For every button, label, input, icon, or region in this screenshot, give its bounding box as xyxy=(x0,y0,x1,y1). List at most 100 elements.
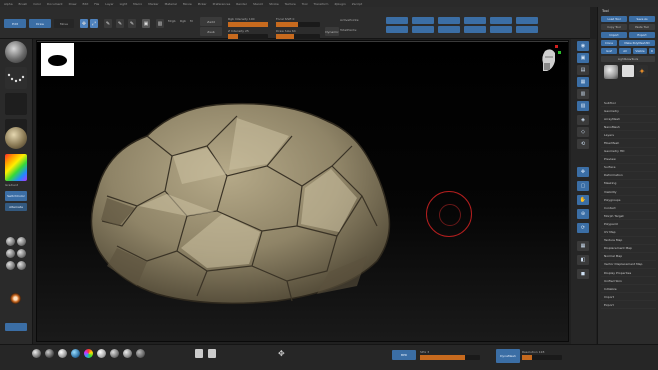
copy-tool-button[interactable]: Copy Tool xyxy=(601,24,627,30)
material-swatch-4[interactable] xyxy=(71,349,80,358)
shelf-button-c[interactable] xyxy=(412,17,434,24)
menu-item-preferences[interactable]: Preferences xyxy=(213,2,231,6)
material-swatch-7[interactable] xyxy=(110,349,119,358)
brush-icon-6[interactable] xyxy=(17,261,26,270)
color-picker[interactable] xyxy=(5,154,27,181)
rgb-label[interactable]: Rgb xyxy=(180,19,186,23)
export-item[interactable]: Export xyxy=(601,301,656,310)
brush-icon-4[interactable] xyxy=(17,249,26,258)
load-tool-button[interactable]: Load Tool xyxy=(601,16,627,22)
shelf-button-i[interactable] xyxy=(490,17,512,24)
import-button[interactable]: Import xyxy=(601,32,627,38)
menu-item-file[interactable]: File xyxy=(94,2,99,6)
menu-item-transform[interactable]: Transform xyxy=(314,2,329,6)
draw-button[interactable]: Draw xyxy=(29,19,51,28)
geometry-hd-item[interactable]: Geometry HD xyxy=(601,148,656,156)
menu-item-alpha[interactable]: Alpha xyxy=(4,2,13,6)
uv-map-item[interactable]: UV Map xyxy=(601,229,656,237)
menu-item-material[interactable]: Material xyxy=(165,2,177,6)
switch-color-button[interactable]: SwitchColor xyxy=(5,191,27,201)
resolution-slider[interactable] xyxy=(522,355,562,360)
initialize-item[interactable]: Initialize xyxy=(601,285,656,294)
r-button[interactable]: R xyxy=(649,48,655,54)
menu-item-picker[interactable]: Picker xyxy=(198,2,207,6)
scroll-icon[interactable]: ▤ xyxy=(577,65,589,75)
menu-item-movie[interactable]: Movie xyxy=(183,2,192,6)
tool-icon-2[interactable] xyxy=(208,349,216,358)
material-thumbnail[interactable] xyxy=(5,127,27,149)
draw-size-slider[interactable] xyxy=(276,34,320,39)
all-button[interactable]: All xyxy=(619,48,631,54)
brush-icon-1[interactable] xyxy=(6,237,15,246)
menu-item-zscript[interactable]: Zscript xyxy=(352,2,362,6)
move-gizmo-icon[interactable]: ✥ xyxy=(278,349,288,359)
local-icon[interactable]: ⟲ xyxy=(577,139,589,149)
menu-item-render[interactable]: Render xyxy=(236,2,247,6)
zadd-button[interactable]: Zadd xyxy=(200,17,222,26)
menu-item-layer[interactable]: Layer xyxy=(105,2,113,6)
make-polymesh-button[interactable]: Make PolyMesh3D xyxy=(619,40,655,46)
paste-tool-button[interactable]: Paste Tool xyxy=(629,24,655,30)
aahalf-icon[interactable]: ▧ xyxy=(577,101,589,111)
z-intensity-slider[interactable] xyxy=(228,34,268,39)
head-navigation-icon[interactable] xyxy=(537,45,561,75)
record-icon[interactable] xyxy=(10,293,21,304)
tool-thumbnail-3[interactable]: ✦ xyxy=(636,65,648,77)
polyf-icon[interactable]: ▦ xyxy=(577,241,589,251)
vector-displacement-map-item[interactable]: Vector Displacement Map xyxy=(601,261,656,269)
move-view-icon[interactable]: ✋ xyxy=(577,195,589,205)
brush-icon[interactable]: ✎ xyxy=(128,19,136,28)
unified-skin-item[interactable]: Unified Skin xyxy=(601,277,656,286)
displacement-map-item[interactable]: Displacement Map xyxy=(601,245,656,253)
morph-target-item[interactable]: Morph Target xyxy=(601,212,656,221)
rotate-icon[interactable]: ✎ xyxy=(104,19,112,28)
preview-item[interactable]: Preview xyxy=(601,156,656,164)
solo-icon[interactable]: ◼ xyxy=(577,269,589,279)
bpr-button[interactable]: BPR xyxy=(392,350,416,360)
material-swatch-3[interactable] xyxy=(58,349,67,358)
zsub-button[interactable]: Zsub xyxy=(200,27,222,36)
pen-icon[interactable]: ✎ xyxy=(116,19,124,28)
xyz-icon[interactable]: ✥ xyxy=(577,167,589,177)
menu-item-texture[interactable]: Texture xyxy=(285,2,296,6)
lightbox-tools-button[interactable]: Lightbox▸Tools xyxy=(601,56,655,62)
deformation-item[interactable]: Deformation xyxy=(601,172,656,180)
shelf-button-k[interactable] xyxy=(516,17,538,24)
goz-button[interactable]: GoZ xyxy=(601,48,617,54)
menu-item-document[interactable]: Document xyxy=(47,2,63,6)
menu-item-macro[interactable]: Macro xyxy=(133,2,142,6)
menu-item-color[interactable]: Color xyxy=(33,2,41,6)
material-swatch-1[interactable] xyxy=(32,349,41,358)
shelf-button-l[interactable] xyxy=(516,26,538,33)
menu-item-edit[interactable]: Edit xyxy=(82,2,88,6)
material-swatch-9[interactable] xyxy=(136,349,145,358)
nanomesh-item[interactable]: NanoMesh xyxy=(601,123,656,132)
zoom-view-icon[interactable]: ⊕ xyxy=(577,209,589,219)
mrgb-label[interactable]: Mrgb xyxy=(168,19,176,23)
import-item[interactable]: Import xyxy=(601,293,656,302)
spix-icon[interactable]: ▣ xyxy=(577,53,589,63)
tool-icon-1[interactable] xyxy=(195,349,203,358)
menu-item-tool[interactable]: Tool xyxy=(302,2,308,6)
gradient-label[interactable]: Gradient xyxy=(5,183,18,187)
move-icon[interactable]: ✥ xyxy=(80,19,88,28)
masking-item[interactable]: Masking xyxy=(601,180,656,189)
material-swatch-8[interactable] xyxy=(123,349,132,358)
actual-icon[interactable]: ▥ xyxy=(577,89,589,99)
material-swatch-5[interactable] xyxy=(84,349,93,358)
geometry-item[interactable]: Geometry xyxy=(601,107,656,116)
rock-sculpt-mesh[interactable] xyxy=(77,96,407,306)
export-button[interactable]: Export xyxy=(629,32,655,38)
m-label[interactable]: M xyxy=(190,19,193,23)
menu-item-light[interactable]: Light xyxy=(120,2,128,6)
left-bottom-button[interactable] xyxy=(5,323,27,331)
brush-thumbnail[interactable] xyxy=(5,41,27,63)
material-swatch-6[interactable] xyxy=(97,349,106,358)
menu-item-zplugin[interactable]: Zplugin xyxy=(334,2,345,6)
frame-icon[interactable]: ▢ xyxy=(577,181,589,191)
scale-icon[interactable]: ⤢ xyxy=(90,19,98,28)
edit-button[interactable]: Edit xyxy=(4,19,26,28)
polygroups-item[interactable]: Polygroups xyxy=(601,196,656,205)
tool-thumbnail-1[interactable] xyxy=(604,65,618,79)
menu-item-draw[interactable]: Draw xyxy=(69,2,77,6)
